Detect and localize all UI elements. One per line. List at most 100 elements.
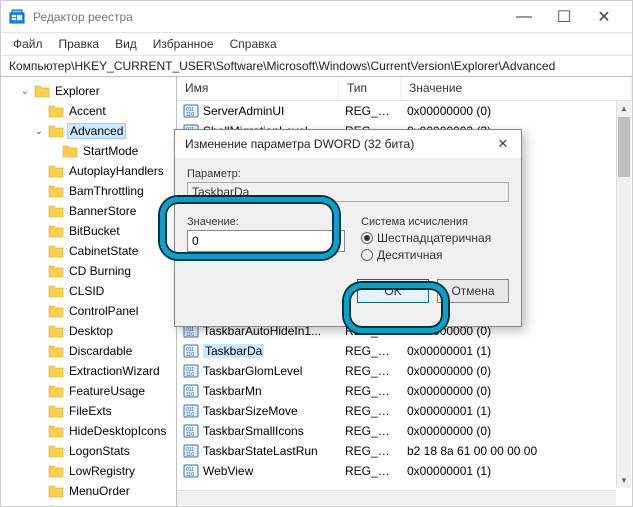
scroll-down-icon[interactable]: ▼ xyxy=(617,473,631,488)
ok-button[interactable]: OK xyxy=(357,279,429,303)
folder-icon xyxy=(48,124,64,138)
reg-dword-icon xyxy=(183,423,199,439)
window-titlebar: Редактор реестра — ☐ ✕ xyxy=(1,1,632,33)
value-type: REG_D... xyxy=(339,364,401,378)
tree-label: CLSID xyxy=(67,283,106,299)
menu-view[interactable]: Вид xyxy=(107,35,145,53)
dialog-close-button[interactable]: ✕ xyxy=(485,136,521,152)
folder-icon xyxy=(48,444,64,458)
value-name: TaskbarSmallIcons xyxy=(203,424,304,438)
menu-help[interactable]: Справка xyxy=(222,35,285,53)
folder-icon xyxy=(48,504,64,506)
value-row[interactable]: TaskbarMnREG_D...0x00000000 (0) xyxy=(177,381,632,401)
value-name: TaskbarDa xyxy=(203,344,264,358)
tree-label: Accent xyxy=(67,103,108,119)
tree-item-bannerstore[interactable]: BannerStore xyxy=(1,201,176,221)
param-label: Параметр: xyxy=(187,168,509,180)
value-row[interactable]: TaskbarDa REG_D...0x00000001 (1) xyxy=(177,341,632,361)
tree-label: LogonStats xyxy=(67,443,132,459)
radio-hex[interactable]: Шестнадцатеричная xyxy=(361,231,509,245)
tree-label: Desktop xyxy=(67,323,115,339)
menu-favorites[interactable]: Избранное xyxy=(145,35,222,53)
maximize-button[interactable]: ☐ xyxy=(544,3,584,31)
tree-expander-icon[interactable]: ⌄ xyxy=(19,86,31,97)
radio-dec-label: Десятичная xyxy=(377,248,443,262)
tree-item-lowregistry[interactable]: LowRegistry xyxy=(1,461,176,481)
tree-item-controlpanel[interactable]: ControlPanel xyxy=(1,301,176,321)
tree-item-modules[interactable]: Modules xyxy=(1,501,176,506)
tree-item-hidedesktopicons[interactable]: HideDesktopIcons xyxy=(1,421,176,441)
header-type[interactable]: Тип xyxy=(339,77,401,100)
tree-item-extractionwizard[interactable]: ExtractionWizard xyxy=(1,361,176,381)
folder-icon xyxy=(48,464,64,478)
value-data: 0x00000000 (0) xyxy=(401,384,632,398)
tree-item-explorer[interactable]: ⌄ Explorer xyxy=(1,81,176,101)
value-type: REG_BI... xyxy=(339,444,401,458)
value-row[interactable]: TaskbarGlomLevel REG_D...0x00000000 (0) xyxy=(177,361,632,381)
tree-expander-icon[interactable]: ⌄ xyxy=(33,126,45,137)
value-row[interactable]: TaskbarSmallIconsREG_D...0x00000000 (0) xyxy=(177,421,632,441)
tree-label: Explorer xyxy=(53,83,102,99)
value-row[interactable]: TaskbarStateLastRunREG_BI...b2 18 8a 61 … xyxy=(177,441,632,461)
base-label: Система исчисления xyxy=(361,216,509,228)
tree-item-cabinetstate[interactable]: CabinetState xyxy=(1,241,176,261)
header-name[interactable]: Имя xyxy=(177,77,339,100)
value-data: 0x00000000 (0) xyxy=(401,364,632,378)
folder-icon xyxy=(48,164,64,178)
minimize-button[interactable]: — xyxy=(504,3,544,31)
tree-item-bamthrottling[interactable]: BamThrottling xyxy=(1,181,176,201)
scroll-up-icon[interactable]: ▲ xyxy=(617,101,631,116)
close-button[interactable]: ✕ xyxy=(584,3,624,31)
value-data: 0x00000001 (1) xyxy=(401,344,632,358)
value-input[interactable] xyxy=(187,230,345,252)
tree-item-accent[interactable]: Accent xyxy=(1,101,176,121)
cancel-button[interactable]: Отмена xyxy=(437,279,509,303)
tree-item-fileexts[interactable]: FileExts xyxy=(1,401,176,421)
value-type: REG_D... xyxy=(339,104,401,118)
address-bar[interactable]: Компьютер\HKEY_CURRENT_USER\Software\Mic… xyxy=(1,55,632,77)
value-row[interactable]: ServerAdminUI REG_D...0x00000000 (0) xyxy=(177,101,632,121)
value-row[interactable]: WebViewREG_D...0x00000001 (1) xyxy=(177,461,632,481)
tree-label: Advanced xyxy=(67,123,126,139)
value-type: REG_D... xyxy=(339,344,401,358)
menu-edit[interactable]: Правка xyxy=(51,35,108,53)
tree-item-desktop[interactable]: Desktop xyxy=(1,321,176,341)
horizontal-scrollbar[interactable] xyxy=(177,490,616,505)
menu-file[interactable]: Файл xyxy=(5,35,51,53)
folder-icon xyxy=(48,104,64,118)
value-row[interactable]: TaskbarSizeMoveREG_D...0x00000001 (1) xyxy=(177,401,632,421)
value-data: 0x00000001 (1) xyxy=(401,464,632,478)
tree-label: Discardable xyxy=(67,343,134,359)
tree-item-startmode[interactable]: StartMode xyxy=(1,141,176,161)
tree-label: HideDesktopIcons xyxy=(67,423,168,439)
value-name: ServerAdminUI xyxy=(203,104,284,118)
tree-item-featureusage[interactable]: FeatureUsage xyxy=(1,381,176,401)
vertical-scrollbar[interactable]: ▲ ▼ xyxy=(616,101,631,488)
param-name-field: TaskbarDa xyxy=(187,182,509,202)
tree-item-menuorder[interactable]: MenuOrder xyxy=(1,481,176,501)
value-data: 0x00000000 (0) xyxy=(401,104,632,118)
tree-pane: ⌄ Explorer Accent ⌄ Advanced StartModeAutopla… xyxy=(1,77,177,506)
tree-item-discardable[interactable]: Discardable xyxy=(1,341,176,361)
value-name: TaskbarGlomLevel xyxy=(203,364,302,378)
tree-item-clsid[interactable]: CLSID xyxy=(1,281,176,301)
scrollbar-thumb[interactable] xyxy=(618,117,630,177)
tree-item-logonstats[interactable]: LogonStats xyxy=(1,441,176,461)
tree-item-autoplayhandlers[interactable]: AutoplayHandlers xyxy=(1,161,176,181)
tree-label: CabinetState xyxy=(67,243,140,259)
folder-icon xyxy=(48,224,64,238)
tree-label: BannerStore xyxy=(67,203,138,219)
radio-dec[interactable]: Десятичная xyxy=(361,248,509,262)
tree-item-bitbucket[interactable]: BitBucket xyxy=(1,221,176,241)
tree-item-cd-burning[interactable]: CD Burning xyxy=(1,261,176,281)
reg-dword-icon xyxy=(183,403,199,419)
value-type: REG_D... xyxy=(339,464,401,478)
value-data: 0x00000000 (0) xyxy=(401,424,632,438)
header-value[interactable]: Значение xyxy=(401,77,632,100)
folder-icon xyxy=(48,284,64,298)
window-title: Редактор реестра xyxy=(33,10,504,24)
reg-dword-icon xyxy=(183,103,199,119)
tree-label: MenuOrder xyxy=(67,483,132,499)
value-type: REG_D... xyxy=(339,384,401,398)
tree-item-advanced[interactable]: ⌄ Advanced xyxy=(1,121,176,141)
